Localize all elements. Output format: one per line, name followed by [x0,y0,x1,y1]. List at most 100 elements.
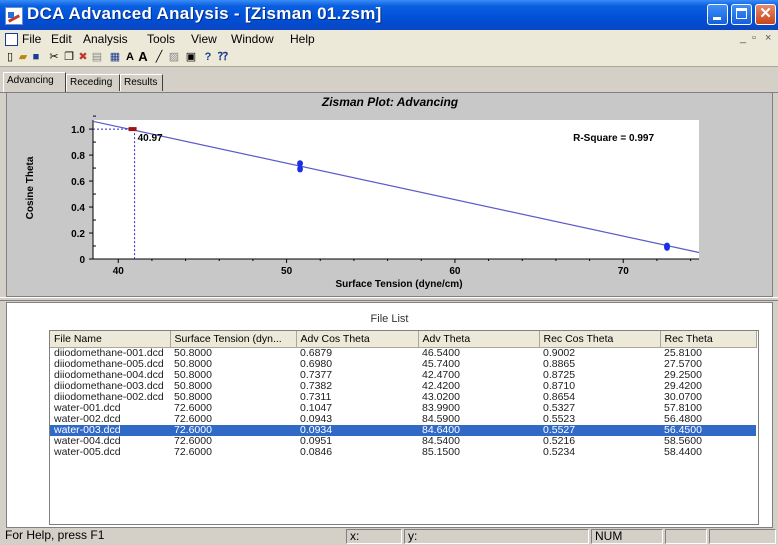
maximize-button[interactable] [731,4,752,25]
y-axis-label: Cosine Theta [25,156,36,219]
panel-splitter[interactable] [0,297,778,301]
file-cell: 0.0951 [300,436,333,447]
image-icon[interactable]: ▨ [168,51,180,63]
file-cell: 0.5523 [543,414,576,425]
file-cell: diiodomethane-005.dcd [54,359,164,370]
tab-advancing[interactable]: Advancing [3,72,66,92]
menu-analysis[interactable]: Analysis [83,32,128,46]
open-icon[interactable]: ▰ [17,51,29,63]
data-point [297,161,303,167]
y-tick-label: 1.0 [71,125,85,136]
y-tick-label: 0.8 [71,151,85,162]
tab-strip: Advancing Receding Results [0,67,778,93]
file-cell: diiodomethane-004.dcd [54,370,164,381]
file-cell: 72.6000 [170,425,296,436]
new-icon[interactable]: ▯ [4,51,16,63]
file-list-grid[interactable]: File Name Surface Tension (dyn... Adv Cos … [49,330,759,525]
close-icon: ✕ [759,5,772,22]
file-row[interactable]: water-002.dcd 72.6000 0.0943 84.5900 0.5523 5… [50,414,756,425]
paste-icon[interactable]: ▤ [91,51,103,63]
file-list-title: File List [370,313,409,325]
file-cell: water-001.dcd [54,403,121,414]
app-icon[interactable] [5,7,23,25]
file-row[interactable]: water-003.dcd 72.6000 0.0934 84.6400 0.5527 5… [50,425,756,436]
status-x-readout: x: [346,529,402,544]
mdi-close-icon[interactable]: × [765,32,771,44]
x-axis-label: Surface Tension (dyne/cm) [335,279,462,290]
delete-icon[interactable]: ✖ [77,51,89,63]
file-cell: 0.8710 [543,381,576,392]
file-cell: 57.8100 [664,403,702,414]
close-button[interactable]: ✕ [755,4,776,25]
file-row[interactable]: diiodomethane-005.dcd 50.8000 0.6980 45.740… [50,359,756,370]
line-icon[interactable]: ╱ [153,51,165,63]
file-row[interactable]: water-005.dcd 72.6000 0.0846 85.1500 0.5234 5… [50,447,756,458]
tab-receding[interactable]: Receding [66,74,120,91]
y-tick-label: 0 [79,255,85,266]
print-icon[interactable]: ▣ [185,51,197,63]
toolbar: ▯ ▰ ■ ✂ ❐ ✖ ▤ ▦ A A ╱ ▨ ▣ ? ⁇ [0,49,778,67]
context-help-icon[interactable]: ⁇ [217,51,229,63]
mdi-minimize-icon[interactable]: _ [740,32,746,44]
file-row[interactable]: diiodomethane-001.dcd 50.8000 0.6879 46.540… [50,348,756,360]
cut-icon[interactable]: ✂ [48,51,60,63]
file-row[interactable]: diiodomethane-003.dcd 50.8000 0.7382 42.420… [50,381,756,392]
critical-tension-label: 40.97 [138,133,163,144]
menu-help[interactable]: Help [290,32,315,46]
menu-edit[interactable]: Edit [51,32,72,46]
minimize-button[interactable] [707,4,728,25]
menu-bar: File Edit Analysis Tools View Window Hel… [0,30,778,49]
column-header[interactable]: Rec Cos Theta [539,331,661,348]
file-cell: water-004.dcd [54,436,121,447]
file-cell: 0.8654 [543,392,576,403]
file-cell: 56.4500 [660,425,756,436]
minimize-icon [713,17,721,20]
file-cell: diiodomethane-002.dcd [54,392,164,403]
menu-view[interactable]: View [191,32,217,46]
column-header[interactable]: Adv Cos Theta [296,331,419,348]
file-cell: 29.2500 [664,370,702,381]
mdi-restore-icon[interactable]: ▫ [752,32,756,44]
file-row[interactable]: diiodomethane-002.dcd 50.8000 0.7311 43.020… [50,392,756,403]
status-num-indicator: NUM [591,529,663,544]
column-header[interactable]: Rec Theta [660,331,757,348]
file-cell: 45.7400 [422,359,460,370]
critical-tension-marker [128,127,137,132]
column-header[interactable]: Surface Tension (dyn... [170,331,297,348]
document-icon[interactable] [5,33,18,46]
table-icon[interactable]: ▦ [109,51,121,63]
file-cell: diiodomethane-003.dcd [54,381,164,392]
file-row[interactable]: water-001.dcd 72.6000 0.1047 83.9900 0.5327 5… [50,403,756,414]
file-row[interactable]: water-004.dcd 72.6000 0.0951 84.5400 0.5216 5… [50,436,756,447]
column-header[interactable]: Adv Theta [418,331,540,348]
column-header[interactable]: File Name [50,331,171,348]
x-tick-label: 40 [113,266,125,277]
file-cell: 58.4400 [664,447,702,458]
file-cell: 0.7311 [300,392,332,403]
file-cell: 46.5400 [422,347,460,359]
window-title: DCA Advanced Analysis - [Zisman 01.zsm] [27,4,382,23]
menu-tools[interactable]: Tools [147,32,175,46]
help-icon[interactable]: ? [202,51,214,63]
tab-results[interactable]: Results [120,74,163,91]
file-cell: 29.4200 [664,381,702,392]
zisman-chart[interactable]: Zisman Plot: Advancing 0 0.2 0.4 0.6 0.8 1.0 4… [7,93,772,296]
file-cell: 50.8000 [174,359,212,370]
file-row[interactable]: diiodomethane-004.dcd 50.8000 0.7377 42.470… [50,370,756,381]
file-cell: 50.8000 [174,370,212,381]
file-cell: 50.8000 [174,392,212,403]
menu-window[interactable]: Window [231,32,274,46]
font-a-icon[interactable]: A [124,51,136,63]
font-a-large-icon[interactable]: A [137,50,149,63]
menu-file[interactable]: File [22,32,41,46]
status-bar: For Help, press F1 x: y: NUM [0,528,778,545]
file-cell: 72.6000 [174,414,212,425]
file-cell: 43.0200 [422,392,460,403]
copy-icon[interactable]: ❐ [63,51,75,63]
y-tick-label: 0.4 [71,203,85,214]
file-cell: 0.7377 [300,370,333,381]
x-tick-label: 60 [449,266,461,277]
save-icon[interactable]: ■ [30,51,42,63]
file-cell: 85.1500 [422,447,460,458]
file-cell: 83.9900 [422,403,460,414]
